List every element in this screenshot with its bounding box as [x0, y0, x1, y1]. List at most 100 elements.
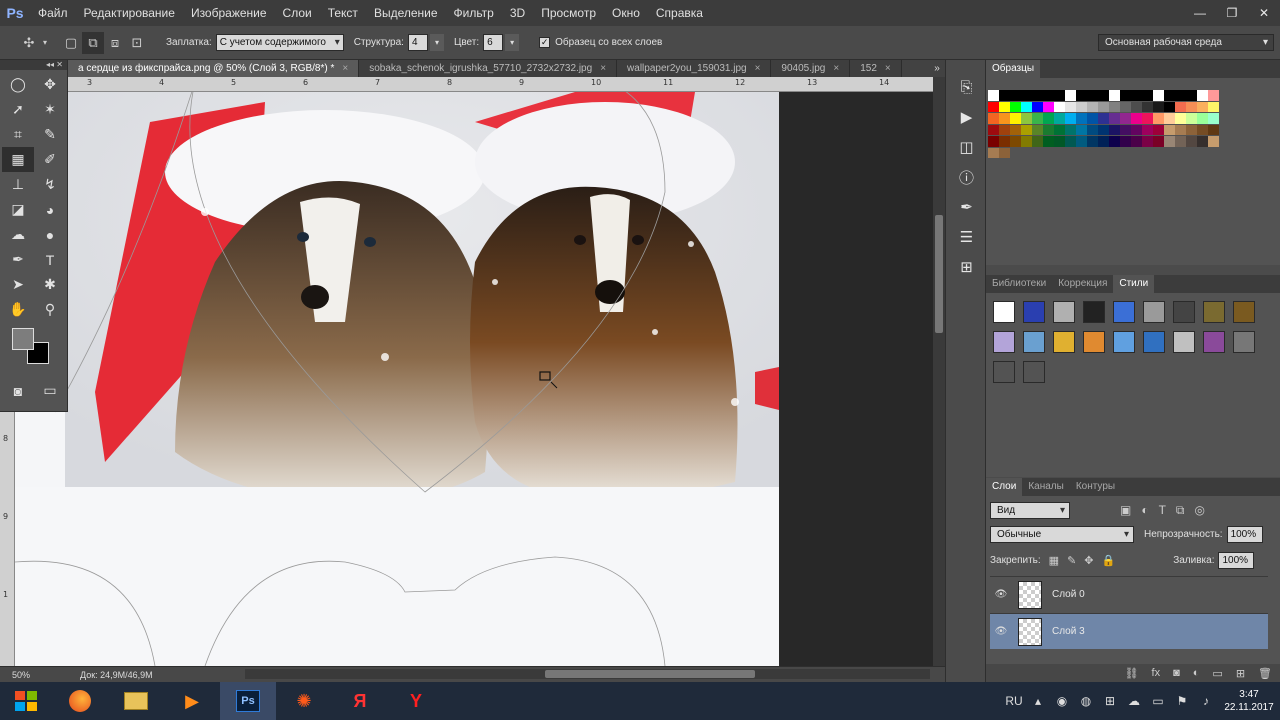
color-swatch[interactable]	[1131, 90, 1142, 101]
color-swatch[interactable]	[1120, 101, 1131, 112]
color-swatch[interactable]	[1098, 101, 1109, 112]
quick-mask-icon[interactable]: ◙	[2, 378, 34, 403]
preset-dropdown-icon[interactable]: ▾	[40, 32, 50, 54]
screen-mode-icon[interactable]: ▭	[34, 378, 66, 403]
clone-source-icon[interactable]: ⊞	[946, 252, 987, 282]
color-swatch[interactable]	[1142, 90, 1153, 101]
patch-tool-icon[interactable]: ▦	[2, 147, 34, 172]
color-swatch[interactable]	[1087, 136, 1098, 147]
layer-row[interactable]: 👁 Слой 0	[990, 576, 1268, 612]
color-swatch[interactable]	[1153, 90, 1164, 101]
color-swatch[interactable]	[1032, 136, 1043, 147]
document-tab[interactable]: 152 ×	[850, 60, 902, 77]
path-selection-icon[interactable]: ➤	[2, 272, 34, 297]
color-swatch[interactable]	[1054, 136, 1065, 147]
new-selection-icon[interactable]: ▢	[60, 32, 82, 54]
stamp-tool-icon[interactable]: ⊥	[2, 172, 34, 197]
color-swatch[interactable]	[1120, 136, 1131, 147]
blend-mode-select[interactable]: Обычные	[990, 526, 1134, 543]
color-swatch[interactable]	[999, 90, 1010, 101]
style-swatch[interactable]	[993, 331, 1015, 353]
foreground-color-swatch[interactable]	[12, 328, 34, 350]
color-swatch[interactable]	[1131, 124, 1142, 135]
color-swatch[interactable]	[1164, 113, 1175, 124]
color-swatch[interactable]	[1076, 113, 1087, 124]
marquee-tool-icon[interactable]: ◯	[2, 72, 34, 97]
close-tab-icon[interactable]: ×	[885, 63, 891, 74]
structure-input[interactable]: 4	[407, 34, 428, 51]
color-swatch[interactable]	[1043, 101, 1054, 112]
color-swatch[interactable]	[1186, 90, 1197, 101]
info-panel-icon[interactable]: ⓘ	[946, 162, 987, 192]
horizontal-scrollbar[interactable]	[245, 669, 930, 679]
tab-layers-0[interactable]: Слои	[986, 478, 1023, 496]
crop-tool-icon[interactable]: ⌗	[2, 122, 34, 147]
style-swatch[interactable]	[1143, 331, 1165, 353]
fill-mode-select[interactable]: С учетом содержимого	[215, 34, 344, 51]
color-swatch[interactable]	[1120, 90, 1131, 101]
color-swatch[interactable]	[1043, 124, 1054, 135]
toolbox-header[interactable]: ◂◂ ✕	[0, 60, 67, 70]
link-layers-icon[interactable]: ⛓	[1125, 667, 1139, 680]
color-swatch[interactable]	[1186, 136, 1197, 147]
fill-input[interactable]: 100%	[1218, 552, 1255, 569]
document-tab[interactable]: sobaka_schenok_igrushka_57710_2732x2732.…	[359, 60, 618, 77]
color-swatch[interactable]	[1186, 124, 1197, 135]
color-swatch[interactable]	[988, 147, 999, 158]
style-swatch[interactable]	[1053, 331, 1075, 353]
color-swatch[interactable]	[1076, 124, 1087, 135]
color-swatch[interactable]	[1142, 101, 1153, 112]
menu-item-2[interactable]: Изображение	[183, 0, 275, 26]
structure-dropdown-icon[interactable]: ▾	[429, 34, 444, 51]
close-tab-icon[interactable]: ×	[342, 63, 348, 74]
color-swatch[interactable]	[1032, 90, 1043, 101]
color-swatch[interactable]	[1197, 101, 1208, 112]
workspace-select[interactable]: Основная рабочая среда	[1098, 34, 1274, 51]
properties-panel-icon[interactable]: ☰	[946, 222, 987, 252]
layer-filter-icons[interactable]: ▣◐T⧉◎	[1120, 503, 1215, 518]
visibility-eye-icon[interactable]: 👁	[990, 626, 1012, 637]
paint-bucket-icon[interactable]: ◕	[34, 197, 66, 222]
color-swatch[interactable]	[1065, 113, 1076, 124]
color-swatch[interactable]	[1065, 136, 1076, 147]
tab-swatches[interactable]: Образцы	[986, 60, 1041, 78]
menu-item-10[interactable]: Справка	[648, 0, 711, 26]
eraser-tool-icon[interactable]: ◪	[2, 197, 34, 222]
style-swatch[interactable]	[1113, 301, 1135, 323]
fx-icon[interactable]: fx	[1152, 667, 1161, 679]
language-indicator[interactable]: RU	[1002, 694, 1026, 708]
tray-network-icon[interactable]: ▭	[1146, 694, 1170, 708]
color-swatch[interactable]	[1164, 124, 1175, 135]
menu-item-5[interactable]: Выделение	[366, 0, 446, 26]
color-swatch[interactable]	[1010, 124, 1021, 135]
color-swatch[interactable]	[1021, 136, 1032, 147]
brush-panel-icon[interactable]: ✒	[946, 192, 987, 222]
new-layer-icon[interactable]: ⊞	[1236, 667, 1245, 680]
adjustments-icon[interactable]: ◫	[946, 132, 987, 162]
color-swatch[interactable]	[1164, 101, 1175, 112]
close-button[interactable]: ✕	[1248, 0, 1280, 26]
lock-icons[interactable]: ▦✎✥🔒	[1049, 554, 1124, 567]
firefox-icon[interactable]	[52, 682, 108, 720]
app-orange-icon[interactable]: ✺	[276, 682, 332, 720]
color-swatch[interactable]	[1098, 124, 1109, 135]
history-brush-icon[interactable]: ↯	[34, 172, 66, 197]
color-input[interactable]: 6	[483, 34, 504, 51]
magic-wand-tool-icon[interactable]: ✶	[34, 97, 66, 122]
style-swatch[interactable]	[1173, 301, 1195, 323]
color-swatch[interactable]	[999, 113, 1010, 124]
color-swatch[interactable]	[1153, 101, 1164, 112]
zoom-level[interactable]: 50%	[12, 670, 30, 680]
style-swatch[interactable]	[1083, 301, 1105, 323]
restore-button[interactable]: ❐	[1216, 0, 1248, 26]
actions-panel-icon[interactable]: ▶	[946, 102, 987, 132]
style-swatch[interactable]	[1233, 301, 1255, 323]
sample-all-checkbox[interactable]: ✓	[539, 37, 551, 48]
vertical-scrollbar[interactable]	[933, 77, 945, 666]
dodge-tool-icon[interactable]: ●	[34, 222, 66, 247]
color-swatch[interactable]	[1043, 90, 1054, 101]
color-swatch[interactable]	[1087, 124, 1098, 135]
style-swatch[interactable]	[1023, 331, 1045, 353]
color-swatch[interactable]	[999, 124, 1010, 135]
menu-item-8[interactable]: Просмотр	[533, 0, 604, 26]
